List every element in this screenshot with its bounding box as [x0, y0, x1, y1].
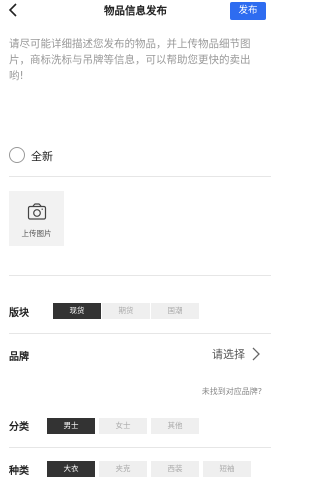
type-section-label: 种类 — [9, 466, 29, 477]
block-section-label: 版块 — [9, 308, 29, 319]
category-option-men[interactable]: 男士 — [47, 418, 95, 434]
type-option-jacket[interactable]: 夹克 — [99, 461, 147, 477]
radio-circle-icon[interactable] — [9, 147, 25, 163]
divider — [9, 176, 271, 177]
divider — [9, 275, 271, 276]
block-option-futures[interactable]: 期货 — [102, 303, 150, 319]
brand-select[interactable]: 请选择 — [191, 346, 261, 362]
brand-section-label: 品牌 — [9, 352, 29, 363]
brand-select-label: 请选择 — [212, 348, 245, 361]
type-option-coat[interactable]: 大衣 — [47, 461, 95, 477]
category-option-women[interactable]: 女士 — [99, 418, 147, 434]
divider — [9, 447, 271, 448]
upload-image-button[interactable]: 上传图片 — [9, 191, 64, 246]
type-option-short-sleeve[interactable]: 短袖 — [203, 461, 251, 477]
divider — [9, 333, 271, 334]
upload-image-label: 上传图片 — [21, 229, 52, 238]
chevron-right-icon — [252, 347, 260, 361]
block-option-spot[interactable]: 现货 — [53, 303, 101, 319]
camera-icon — [27, 203, 47, 220]
block-option-guochao[interactable]: 国潮 — [151, 303, 199, 319]
brand-not-found-link[interactable]: 未找到对应品牌? — [202, 386, 262, 397]
type-option-suit[interactable]: 西装 — [151, 461, 199, 477]
category-section-label: 分类 — [9, 422, 29, 433]
condition-new-label: 全新 — [31, 150, 53, 163]
publish-button[interactable]: 发布 — [230, 2, 266, 20]
description-textarea[interactable]: 请尽可能详细描述您发布的物品，并上传物品细节图片，商标洗标与吊牌等信息，可以帮助… — [9, 36, 264, 84]
header-bar: 物品信息发布 发布 — [0, 0, 271, 22]
category-option-other[interactable]: 其他 — [151, 418, 199, 434]
